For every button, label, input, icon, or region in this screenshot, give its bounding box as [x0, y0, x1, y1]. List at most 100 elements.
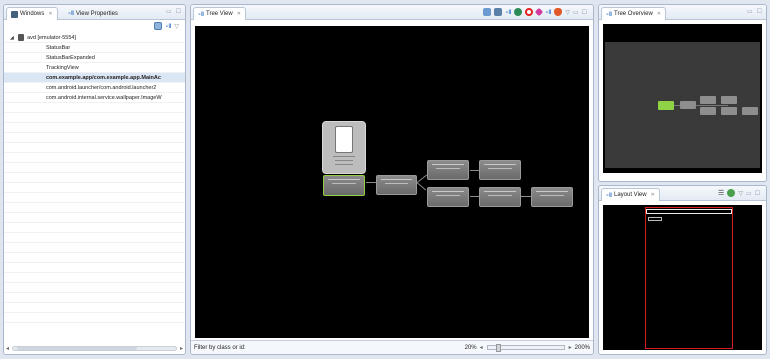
tree-node[interactable] — [479, 160, 521, 180]
scroll-left-icon[interactable]: ◂ — [6, 345, 9, 352]
window-label: StatusBarExpanded — [46, 55, 95, 61]
zoom-slider-thumb[interactable] — [495, 344, 501, 352]
close-icon[interactable]: ✕ — [657, 11, 661, 17]
overview-node-selected[interactable] — [658, 101, 674, 110]
zoom-max-label: 200% — [574, 344, 590, 351]
capture-layers-icon[interactable] — [494, 8, 503, 16]
load-all-icon[interactable] — [727, 189, 736, 197]
refresh-icon[interactable] — [154, 22, 163, 30]
layout-root-outline[interactable] — [645, 207, 733, 349]
window-row-wallpaper[interactable]: com.android.internal.service.wallpaper.I… — [4, 93, 185, 103]
tree-icon[interactable]: ⁃‖ — [545, 9, 551, 16]
tree-overview-panel: ⁃‖ Tree Overview ✕ ▭ ☐ — [598, 4, 767, 182]
preview-text — [335, 160, 353, 161]
horizontal-scrollbar[interactable]: ◂ ▸ — [6, 344, 183, 352]
zoom-slider[interactable] — [486, 344, 565, 352]
window-row-launcher[interactable]: com.android.launcher/com.android.launche… — [4, 83, 185, 93]
overview-node[interactable] — [742, 107, 758, 115]
tab-tree-view-label: Tree View — [206, 11, 233, 17]
maximize-icon[interactable]: ☐ — [582, 9, 587, 16]
window-row-main-activity[interactable]: com.example.app/com.example.app.MainAc — [4, 73, 185, 83]
view-menu-icon[interactable]: ▽ — [565, 9, 570, 16]
tab-view-properties-label: View Properties — [76, 10, 118, 17]
tree-overview-tabbar: ⁃‖ Tree Overview ✕ ▭ ☐ — [599, 5, 766, 20]
maximize-icon[interactable]: ☐ — [176, 8, 181, 15]
overview-node[interactable] — [700, 96, 716, 104]
collapse-icon[interactable]: ◢ — [10, 33, 16, 42]
maximize-icon[interactable]: ☐ — [755, 190, 760, 197]
save-png-icon[interactable] — [483, 8, 492, 16]
layout-canvas[interactable] — [603, 205, 762, 350]
filter-label: Filter by class or id: — [194, 344, 246, 351]
load-view-hierarchy-icon[interactable]: ⁃‖ — [165, 23, 171, 30]
tree-node[interactable] — [427, 160, 469, 180]
scroll-thumb[interactable] — [17, 346, 138, 350]
tab-tree-view[interactable]: ⁃‖ Tree View ✕ — [193, 7, 246, 20]
tree-canvas[interactable] — [195, 26, 589, 338]
overview-node[interactable] — [721, 107, 737, 115]
window-row-tracking-view[interactable]: TrackingView — [4, 63, 185, 73]
empty-row — [4, 173, 185, 183]
empty-row — [4, 113, 185, 123]
tree-node-selected[interactable] — [323, 175, 365, 196]
view-menu-icon[interactable]: ▽ — [738, 190, 743, 197]
invalidate-icon[interactable] — [525, 8, 534, 16]
layout-titlebar-outline[interactable] — [646, 209, 732, 214]
empty-row — [4, 193, 185, 203]
overview-node[interactable] — [680, 101, 696, 109]
tab-windows[interactable]: Windows ✕ — [6, 7, 58, 20]
view-menu-icon[interactable]: ▽ — [174, 23, 179, 30]
windows-tabbar: Windows ✕ ⁃‖ View Properties ▭ ☐ — [4, 5, 185, 20]
scroll-track[interactable] — [12, 345, 177, 351]
overview-canvas[interactable] — [603, 24, 762, 173]
window-controls: ▭ ☐ — [747, 8, 762, 15]
device-icon — [17, 34, 24, 42]
scroll-right-icon[interactable]: ▸ — [180, 345, 183, 352]
empty-row — [4, 223, 185, 233]
tree-node[interactable] — [376, 175, 417, 195]
close-icon[interactable]: ✕ — [651, 192, 655, 198]
device-label: avd [emulator-5554] — [27, 35, 76, 41]
tree-node[interactable] — [531, 187, 573, 207]
layout-child-outline[interactable] — [648, 217, 662, 221]
tree-view-tabbar: ⁃‖ Tree View ✕ ⁃‖ ⁃‖ ▽ ▭ ☐ — [191, 5, 593, 20]
overview-node[interactable] — [721, 96, 737, 104]
request-layout-icon[interactable] — [535, 7, 544, 17]
window-label: com.android.internal.service.wallpaper.I… — [46, 95, 162, 101]
empty-row — [4, 263, 185, 273]
layout-view-tabbar: ⁃‖ Layout View ✕ ☰ ▽ ▭ ☐ — [599, 186, 766, 201]
tab-tree-overview[interactable]: ⁃‖ Tree Overview ✕ — [601, 7, 666, 20]
overview-node[interactable] — [700, 107, 716, 115]
close-icon[interactable]: ✕ — [48, 11, 52, 17]
dump-profile-icon[interactable] — [554, 8, 563, 16]
minimize-icon[interactable]: ▭ — [746, 190, 752, 197]
zoom-out-icon[interactable]: ◂ — [480, 344, 483, 351]
device-row[interactable]: ◢ avd [emulator-5554] — [4, 33, 185, 43]
filter-input[interactable] — [248, 343, 429, 352]
minimize-icon[interactable]: ▭ — [573, 9, 579, 16]
windows-tree: ◢ avd [emulator-5554] StatusBar StatusBa… — [4, 33, 185, 342]
load-all-views-icon[interactable]: ⁃‖ — [505, 9, 511, 16]
maximize-icon[interactable]: ☐ — [757, 8, 762, 15]
windows-panel: Windows ✕ ⁃‖ View Properties ▭ ☐ ⁃‖ ▽ ◢ … — [3, 4, 186, 355]
close-icon[interactable]: ✕ — [237, 11, 241, 17]
minimize-icon[interactable]: ▭ — [747, 8, 753, 15]
window-label: com.android.launcher/com.android.launche… — [46, 85, 157, 91]
tree-overview-icon: ⁃‖ — [606, 11, 612, 18]
zoom-in-icon[interactable]: ▸ — [569, 344, 572, 351]
window-row-statusbar-expanded[interactable]: StatusBarExpanded — [4, 53, 185, 63]
tree-node[interactable] — [479, 187, 521, 207]
tree-view-statusbar: Filter by class or id: 20% ◂ ▸ 200% — [191, 340, 593, 354]
zoom-min-label: 20% — [464, 344, 477, 351]
tree-node[interactable] — [427, 187, 469, 207]
preview-text — [335, 164, 353, 165]
tab-view-properties[interactable]: ⁃‖ View Properties — [64, 7, 122, 20]
show-extras-icon[interactable]: ☰ — [718, 189, 724, 197]
empty-row — [4, 103, 185, 113]
minimize-icon[interactable]: ▭ — [166, 8, 172, 15]
empty-row — [4, 233, 185, 243]
windows-icon — [11, 10, 18, 18]
window-row-statusbar[interactable]: StatusBar — [4, 43, 185, 53]
display-view-icon[interactable] — [514, 8, 523, 16]
tab-layout-view[interactable]: ⁃‖ Layout View ✕ — [601, 188, 660, 201]
